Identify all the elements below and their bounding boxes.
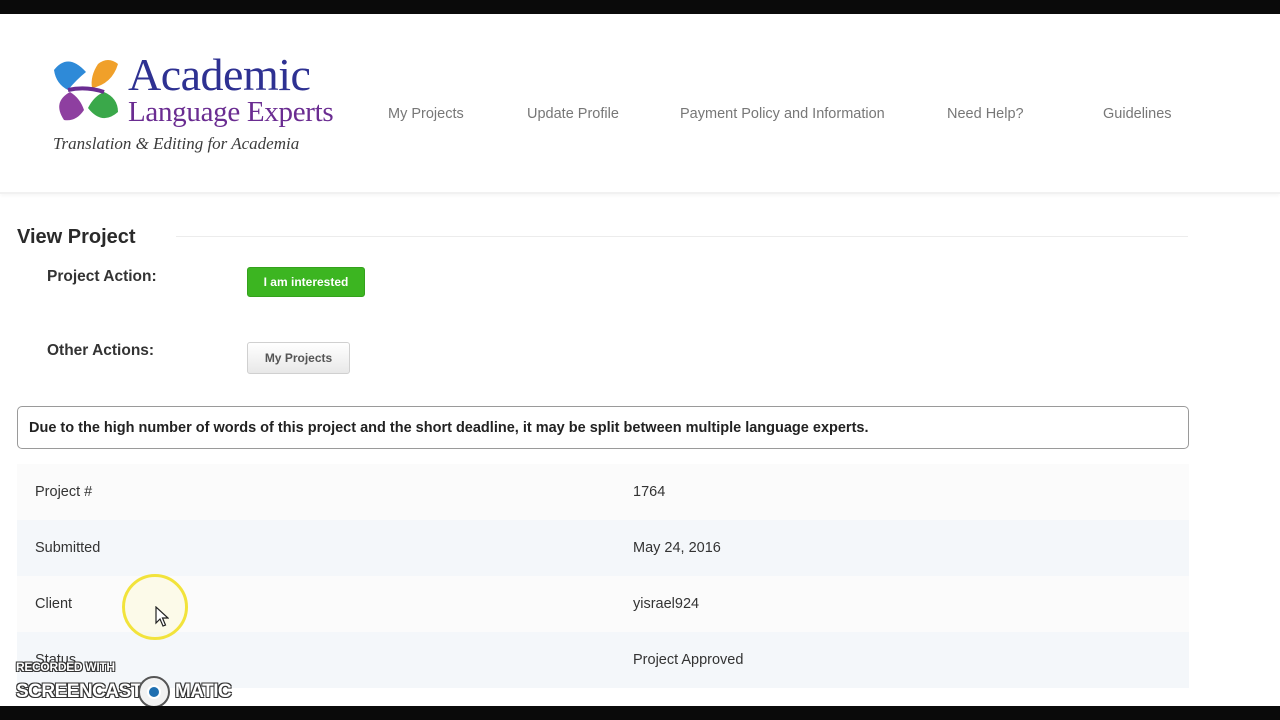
table-row: Project # 1764 bbox=[17, 464, 1189, 520]
other-actions-label: Other Actions: bbox=[47, 342, 155, 359]
site-logo[interactable]: Academic Language Experts Translation & … bbox=[46, 49, 356, 170]
nav-payment-policy[interactable]: Payment Policy and Information bbox=[680, 106, 885, 122]
screencast-logo-icon bbox=[138, 676, 170, 708]
brand-name-line1: Academic bbox=[128, 49, 311, 100]
main-content: View Project Project Action: I am intere… bbox=[0, 192, 1280, 706]
nav-update-profile[interactable]: Update Profile bbox=[527, 106, 619, 122]
row-key: Project # bbox=[35, 484, 93, 500]
mouse-pointer-icon bbox=[155, 606, 169, 627]
nav-my-projects[interactable]: My Projects bbox=[388, 106, 464, 122]
title-divider bbox=[176, 236, 1188, 237]
nav-my-projects-link[interactable]: My Projects bbox=[388, 106, 464, 122]
brand-name-line2: Language Experts bbox=[128, 96, 334, 128]
row-key: Client bbox=[35, 596, 73, 612]
nav-need-help-link[interactable]: Need Help? bbox=[947, 106, 1024, 122]
split-notice: Due to the high number of words of this … bbox=[17, 406, 1189, 449]
row-value: May 24, 2016 bbox=[633, 540, 721, 556]
table-row: Client yisrael924 bbox=[17, 576, 1189, 632]
brand-tagline: Translation & Editing for Academia bbox=[53, 134, 300, 153]
split-notice-text: Due to the high number of words of this … bbox=[29, 419, 869, 436]
nav-update-profile-link[interactable]: Update Profile bbox=[527, 106, 619, 122]
row-value: 1764 bbox=[633, 484, 666, 500]
table-row: Submitted May 24, 2016 bbox=[17, 520, 1189, 576]
site-header: Academic Language Experts Translation & … bbox=[0, 14, 1280, 194]
i-am-interested-button[interactable]: I am interested bbox=[247, 267, 365, 297]
row-value: yisrael924 bbox=[633, 596, 700, 612]
nav-guidelines[interactable]: Guidelines bbox=[1103, 106, 1172, 122]
nav-need-help[interactable]: Need Help? bbox=[947, 106, 1024, 122]
row-value: Project Approved bbox=[633, 652, 744, 668]
nav-payment-policy-link[interactable]: Payment Policy and Information bbox=[680, 106, 885, 122]
watermark-recorded-with: RECORDED WITH bbox=[16, 660, 115, 674]
watermark-matic: MATIC bbox=[175, 681, 232, 702]
table-row: Status Project Approved bbox=[17, 632, 1189, 688]
page-title: View Project bbox=[17, 226, 136, 248]
video-bottom-bar bbox=[0, 706, 1280, 720]
row-key: Submitted bbox=[35, 540, 101, 556]
logo-swirl-icon bbox=[54, 60, 118, 121]
project-action-label: Project Action: bbox=[47, 268, 157, 285]
my-projects-button[interactable]: My Projects bbox=[247, 342, 350, 374]
watermark-screencast: SCREENCAST bbox=[16, 681, 142, 702]
video-top-bar bbox=[0, 0, 1280, 14]
project-details-table: Project # 1764 Submitted May 24, 2016 Cl… bbox=[17, 464, 1189, 688]
nav-guidelines-link[interactable]: Guidelines bbox=[1103, 106, 1172, 122]
